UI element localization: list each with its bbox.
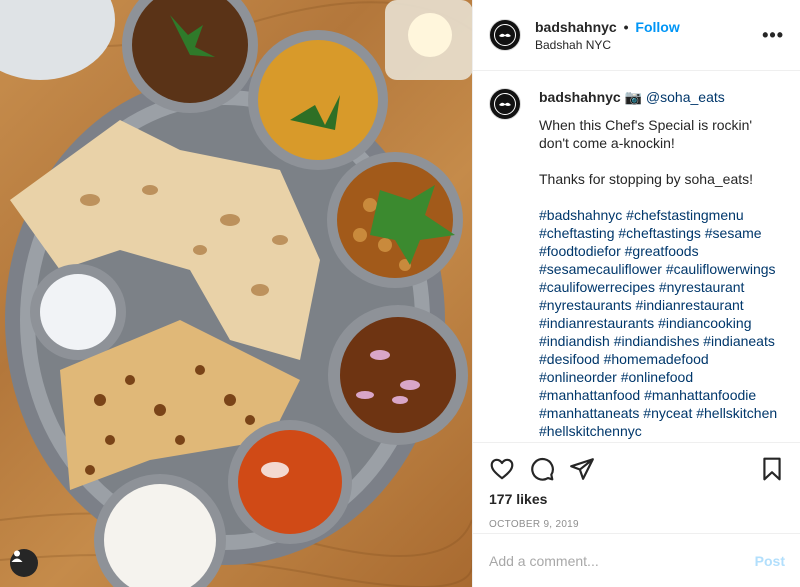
hashtag-line[interactable]: #manhattaneats #nyceat #hellskitchen	[539, 404, 777, 422]
more-options-icon[interactable]: •••	[762, 25, 784, 46]
camera-icon: 📷	[624, 89, 643, 105]
hashtag-line[interactable]: #caulifowerrecipes #nyrestaurant	[539, 278, 777, 296]
hashtag-line[interactable]: #indiandish #indiandishes #indianeats	[539, 332, 777, 350]
mention-link[interactable]: @soha_eats	[646, 89, 725, 105]
likes-count[interactable]: 177 likes	[473, 491, 800, 507]
hashtag-line[interactable]: #badshahnyc #chefstastingmenu	[539, 206, 777, 224]
hashtag-line[interactable]: #manhattanfood #manhattanfoodie	[539, 386, 777, 404]
post-button[interactable]: Post	[755, 553, 785, 569]
food-platter-illustration	[0, 0, 472, 587]
caption: badshahnyc 📷 @soha_eats When this Chef's…	[489, 88, 785, 440]
caption-line: don't come a-knockin!	[539, 135, 675, 151]
separator: •	[623, 18, 629, 35]
caption-text: When this Chef's Special is rockin' don'…	[539, 116, 777, 152]
caption-line: When this Chef's Special is rockin'	[539, 117, 753, 133]
post-date: OCTOBER 9, 2019	[489, 519, 579, 530]
header-line: badshahnyc • Follow	[535, 19, 762, 35]
caption-body: badshahnyc 📷 @soha_eats When this Chef's…	[539, 88, 777, 440]
hashtag-line[interactable]: #cheftasting #cheftastings #sesame	[539, 224, 777, 242]
hashtag-line[interactable]: #hellskitchennyc	[539, 422, 777, 440]
header-username[interactable]: badshahnyc	[535, 19, 617, 35]
header-text: badshahnyc • Follow Badshah NYC	[535, 19, 762, 52]
comment-icon[interactable]	[529, 456, 555, 482]
hashtag-line[interactable]: #onlineorder #onlinefood	[539, 368, 777, 386]
badshah-logo-icon	[494, 93, 516, 115]
caption-avatar[interactable]	[489, 88, 521, 120]
avatar[interactable]	[489, 19, 521, 51]
caption-thanks: Thanks for stopping by soha_eats!	[539, 171, 754, 187]
hashtag-line[interactable]: #nyrestaurants #indianrestaurant	[539, 296, 777, 314]
hashtag-list: #badshahnyc #chefstastingmenu #cheftasti…	[539, 206, 777, 440]
follow-button[interactable]: Follow	[635, 19, 679, 35]
heart-icon[interactable]	[489, 456, 515, 482]
actions-section: 177 likes OCTOBER 9, 2019	[473, 442, 800, 530]
hashtag-line[interactable]: #indianrestaurants #indiancooking	[539, 314, 777, 332]
comment-composer: Post	[473, 533, 800, 587]
caption-username[interactable]: badshahnyc	[539, 89, 621, 105]
post-details-panel: badshahnyc • Follow Badshah NYC ••• bads…	[472, 0, 800, 587]
location-link[interactable]: Badshah NYC	[535, 38, 762, 52]
comment-input[interactable]	[489, 552, 755, 569]
hashtag-line[interactable]: #foodtodiefor #greatfoods	[539, 242, 777, 260]
comments-area[interactable]: badshahnyc 📷 @soha_eats When this Chef's…	[473, 72, 800, 442]
badshah-logo-icon	[494, 24, 516, 46]
action-bar	[473, 443, 800, 491]
bookmark-icon[interactable]	[759, 456, 785, 482]
caption-header: badshahnyc 📷 @soha_eats	[539, 88, 777, 106]
user-icon	[11, 550, 23, 562]
post-header: badshahnyc • Follow Badshah NYC •••	[473, 0, 800, 71]
tagged-users-button[interactable]	[10, 549, 38, 577]
post-photo[interactable]	[0, 0, 472, 587]
hashtag-line[interactable]: #sesamecauliflower #cauliflowerwings	[539, 260, 777, 278]
share-icon[interactable]	[569, 456, 595, 482]
hashtag-line[interactable]: #desifood #homemadefood	[539, 350, 777, 368]
